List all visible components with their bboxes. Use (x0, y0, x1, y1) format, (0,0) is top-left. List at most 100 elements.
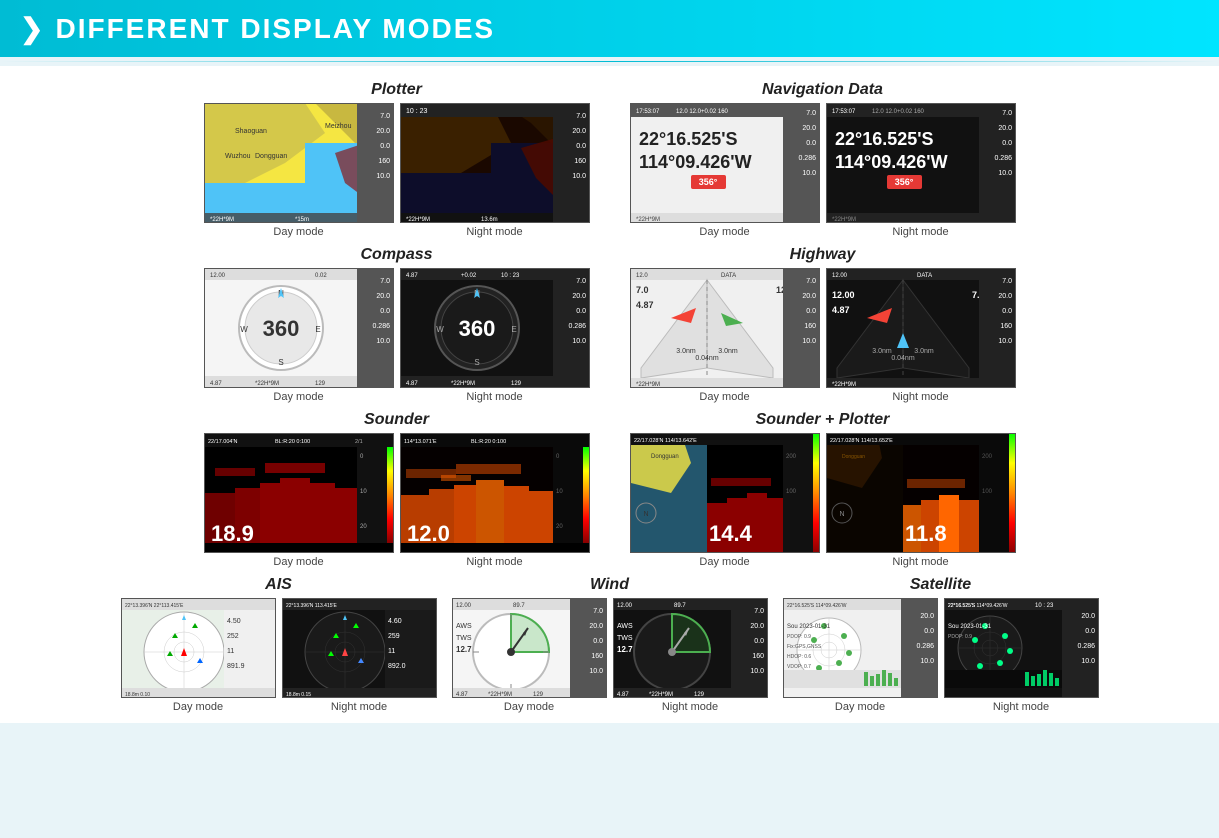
svg-text:7.0: 7.0 (636, 285, 649, 295)
svg-text:160: 160 (378, 158, 390, 165)
compass-day-label: Day mode (273, 391, 323, 403)
chevron-icon: ❯ (20, 12, 43, 45)
svg-text:2/1: 2/1 (355, 439, 363, 445)
svg-text:10.0: 10.0 (998, 338, 1012, 345)
svg-text:0.286: 0.286 (372, 323, 390, 330)
svg-text:20.0: 20.0 (802, 125, 816, 132)
sounder-night-svg: 114°13.071'E BL:R:20 0:100 (401, 433, 589, 553)
navdata-day-svg: 17:53:07 12.0 12.0+0.02 160 22°16.525'S … (631, 103, 819, 223)
svg-text:AWS: AWS (617, 623, 633, 630)
ais-day-item: 22°13.396'N 22°113.415'E (121, 598, 276, 713)
svg-text:259: 259 (388, 633, 400, 640)
svg-text:22/17.028'N 114/13.652'E: 22/17.028'N 114/13.652'E (830, 438, 893, 444)
svg-text:*15m: *15m (295, 217, 309, 223)
svg-text:4.50: 4.50 (227, 618, 241, 625)
sounder-section: Sounder 22/17.004'N BL:R:20 0:100 2/1 (204, 411, 590, 568)
sounder-plotter-day-item: Dongguan N (630, 433, 820, 568)
svg-text:W: W (436, 325, 444, 334)
highway-night-label: Night mode (892, 391, 948, 403)
navdata-day-label: Day mode (699, 226, 749, 238)
svg-text:356°: 356° (894, 177, 913, 187)
svg-text:PDOP: 0.9: PDOP: 0.9 (948, 634, 972, 640)
wind-night-label: Night mode (662, 701, 718, 713)
svg-text:10.0: 10.0 (920, 658, 934, 665)
svg-text:12.0: 12.0 (407, 521, 450, 546)
svg-text:11: 11 (388, 648, 395, 655)
svg-text:22/17.004'N: 22/17.004'N (208, 439, 238, 445)
svg-text:129: 129 (315, 381, 326, 387)
svg-text:3.0nm: 3.0nm (914, 348, 934, 355)
svg-text:129: 129 (533, 692, 544, 698)
svg-text:4.60: 4.60 (388, 618, 402, 625)
svg-text:160: 160 (1000, 323, 1012, 330)
sounder-plotter-day-screen: Dongguan N (630, 433, 820, 553)
satellite-section: Satellite 22°16.525'S 114°09.426'W (783, 576, 1099, 713)
svg-text:0.0: 0.0 (576, 308, 586, 315)
svg-text:0.0: 0.0 (806, 308, 816, 315)
svg-text:18.8m 0.10: 18.8m 0.10 (125, 692, 150, 698)
svg-text:10 : 23: 10 : 23 (501, 273, 520, 279)
svg-text:22°16.525'S 114°09.426'W: 22°16.525'S 114°09.426'W (787, 603, 847, 609)
svg-text:4.87: 4.87 (636, 300, 654, 310)
highway-night-svg: 12.00 DATA (827, 268, 1015, 388)
svg-text:22°13.396'N 113.415'E: 22°13.396'N 113.415'E (286, 603, 337, 609)
sounder-title: Sounder (364, 411, 429, 429)
navdata-night-item: 17:53:07 12.0 12.0+0.02 160 10 : 23 22°1… (826, 103, 1016, 238)
svg-text:W: W (240, 325, 248, 334)
svg-text:7.0: 7.0 (1002, 278, 1012, 285)
svg-text:10.0: 10.0 (376, 173, 390, 180)
svg-text:252: 252 (227, 633, 239, 640)
svg-text:0.286: 0.286 (568, 323, 586, 330)
svg-text:3.0nm: 3.0nm (872, 348, 892, 355)
svg-text:12.7: 12.7 (456, 645, 472, 654)
svg-text:7.0: 7.0 (380, 278, 390, 285)
row-2: Compass 12.00 0.02 (20, 246, 1199, 403)
svg-text:10.0: 10.0 (802, 338, 816, 345)
ais-day-screen: 22°13.396'N 22°113.415'E (121, 598, 276, 698)
svg-text:20.0: 20.0 (920, 613, 934, 620)
svg-text:7.0: 7.0 (806, 110, 816, 117)
svg-text:22°16.525'S: 22°16.525'S (639, 129, 738, 149)
svg-text:12.00: 12.00 (617, 603, 633, 609)
svg-text:*22H*9M: *22H*9M (832, 217, 856, 223)
ais-section: AIS 22°13.396'N 22°113.415'E (121, 576, 437, 713)
svg-text:17:53:07: 17:53:07 (832, 109, 856, 115)
svg-text:20.0: 20.0 (1081, 613, 1095, 620)
display-modes-grid: Plotter (20, 76, 1199, 713)
svg-text:0.286: 0.286 (1077, 643, 1095, 650)
satellite-day-item: 22°16.525'S 114°09.426'W (783, 598, 938, 713)
svg-text:Meizhou: Meizhou (325, 123, 352, 130)
svg-text:*22H*9M: *22H*9M (649, 692, 673, 698)
svg-text:0.04nm: 0.04nm (695, 355, 719, 362)
sounder-plotter-section: Sounder + Plotter Dongg (630, 411, 1016, 568)
svg-text:10 : 23: 10 : 23 (1035, 603, 1054, 609)
svg-text:10.0: 10.0 (572, 338, 586, 345)
compass-screens: 12.00 0.02 N S W E (204, 268, 590, 403)
svg-text:TWS: TWS (456, 635, 472, 642)
svg-text:*22H*9M: *22H*9M (406, 217, 430, 223)
svg-text:*22H*9M: *22H*9M (210, 217, 234, 223)
svg-text:Shaoguan: Shaoguan (235, 128, 267, 135)
row-3: Sounder 22/17.004'N BL:R:20 0:100 2/1 (20, 411, 1199, 568)
svg-text:4.87: 4.87 (832, 305, 850, 315)
svg-text:N: N (839, 511, 844, 518)
satellite-night-svg: 22°16.525'S 114°09.426'W 22°16.525'S (945, 598, 1098, 698)
svg-text:0.0: 0.0 (380, 308, 390, 315)
sounder-plotter-title: Sounder + Plotter (756, 411, 890, 429)
svg-text:BL:R:20 0:100: BL:R:20 0:100 (471, 439, 506, 445)
svg-text:10.0: 10.0 (1081, 658, 1095, 665)
svg-text:160: 160 (591, 653, 603, 660)
divider (0, 61, 1219, 62)
svg-text:20.0: 20.0 (998, 293, 1012, 300)
svg-text:10.0: 10.0 (572, 173, 586, 180)
svg-text:BL:R:20 0:100: BL:R:20 0:100 (275, 439, 310, 445)
svg-text:7.0: 7.0 (593, 608, 603, 615)
compass-day-svg: 12.00 0.02 N S W E (205, 268, 393, 388)
svg-text:100: 100 (786, 489, 797, 495)
svg-text:0.286: 0.286 (994, 155, 1012, 162)
svg-text:0.0: 0.0 (576, 143, 586, 150)
svg-text:14.4: 14.4 (709, 521, 753, 546)
svg-text:HDOP: 0.6: HDOP: 0.6 (787, 654, 811, 660)
plotter-night-item: 10 : 23 7.0 20.0 0.0 160 10.0 *22H*9 (400, 103, 590, 238)
svg-text:22°16.525'S: 22°16.525'S (835, 129, 934, 149)
